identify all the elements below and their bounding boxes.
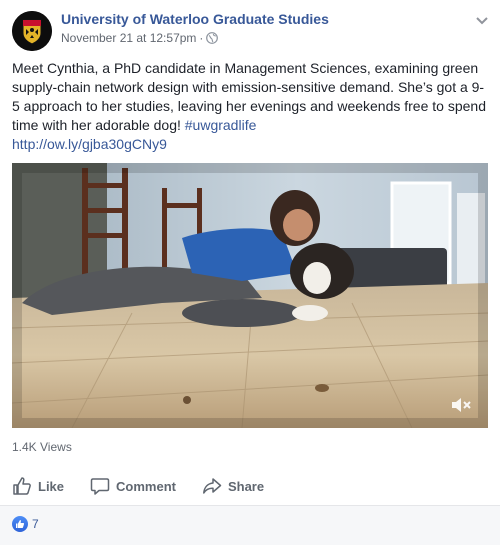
- like-reaction-icon: [12, 516, 28, 532]
- post-message: Meet Cynthia, a PhD candidate in Managem…: [12, 59, 488, 154]
- like-button[interactable]: Like: [12, 476, 64, 496]
- chevron-down-icon[interactable]: [474, 15, 490, 27]
- globe-icon[interactable]: [206, 32, 219, 44]
- post-meta: November 21 at 12:57pm ·: [61, 31, 219, 45]
- comment-button[interactable]: Comment: [90, 476, 176, 496]
- post-actions: Like Comment Share: [12, 471, 488, 501]
- post-header: University of Waterloo Graduate Studies …: [12, 11, 488, 51]
- meta-separator: ·: [199, 31, 204, 45]
- reactions-bar: [0, 506, 500, 545]
- reaction-count: 7: [32, 517, 39, 531]
- reaction-summary[interactable]: 7: [12, 516, 39, 532]
- share-arrow-icon: [203, 478, 222, 494]
- page-name-link[interactable]: University of Waterloo Graduate Studies: [61, 11, 329, 27]
- share-label: Share: [227, 478, 265, 494]
- waterloo-crest-logo: [12, 11, 52, 51]
- comment-icon: [90, 478, 110, 495]
- video-player[interactable]: [12, 163, 488, 428]
- comment-label: Comment: [116, 478, 176, 494]
- post-url-link[interactable]: http://ow.ly/gjba30gCNy9: [12, 136, 167, 152]
- thumbs-up-icon: [13, 477, 31, 495]
- view-count: 1.4K Views: [12, 440, 72, 454]
- post-timestamp[interactable]: November 21 at 12:57pm: [61, 31, 196, 45]
- share-button[interactable]: Share: [202, 476, 264, 496]
- facebook-post: University of Waterloo Graduate Studies …: [0, 0, 500, 545]
- speaker-muted-icon[interactable]: [450, 396, 472, 414]
- like-label: Like: [38, 478, 65, 494]
- video-frame: [12, 163, 488, 428]
- page-avatar[interactable]: [12, 11, 52, 51]
- hashtag-link[interactable]: #uwgradlife: [185, 117, 257, 133]
